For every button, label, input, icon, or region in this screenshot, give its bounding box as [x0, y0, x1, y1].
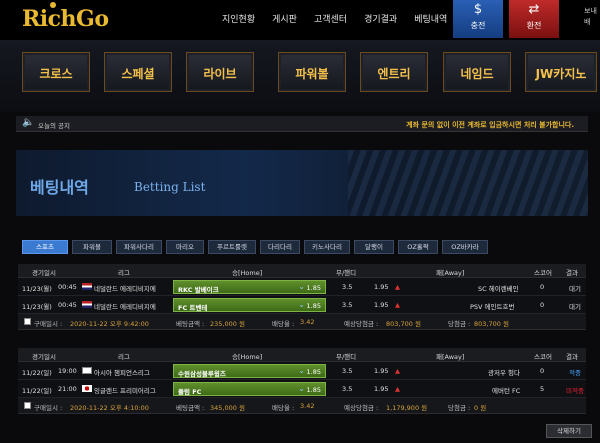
banner-stadium-graphic [348, 150, 588, 216]
table-header: 경기일시 리그 승[Home] 무/핸디 패[Away] 스코어 결과 [18, 348, 586, 362]
table-row: 11/22(일) 21:00 잉글랜드 프리미어리그 풀럼 FC ⌄ 1.85 … [18, 380, 586, 398]
chevron-down-icon: ⌄ [298, 366, 305, 375]
delete-button[interactable]: 삭제하기 [546, 424, 592, 438]
chevron-down-icon: ⌄ [298, 384, 305, 393]
deposit-icon: $ [473, 2, 483, 17]
site-logo[interactable]: RichGo [22, 6, 109, 32]
home-pick[interactable]: FC 트벤테 ⌄ 1.85 [173, 298, 326, 312]
withdraw-button[interactable]: ⇄ 환전 [509, 0, 559, 38]
tab-snail[interactable]: 달팽이 [354, 240, 394, 254]
top-nav: 지인현황 게시판 고객센터 경기결과 베팅내역 [222, 12, 464, 25]
odds-up-icon: ▲ [395, 283, 400, 291]
tab-mario[interactable]: 마리오 [166, 240, 204, 254]
select-checkbox[interactable] [24, 402, 31, 409]
main-nav-entry[interactable]: 엔트리 [360, 52, 428, 92]
nav-results[interactable]: 경기결과 [364, 12, 397, 25]
betting-list-banner: 베팅내역 Betting List [16, 150, 588, 216]
table-header: 경기일시 리그 승[Home] 무/핸디 패[Away] 스코어 결과 [18, 264, 586, 278]
odds-up-icon: ▲ [395, 301, 400, 309]
netherlands-flag-icon [82, 301, 92, 308]
tab-oz-oddeven[interactable]: OZ홀짝 [398, 240, 438, 254]
notice-bar: 🔈 오늘의 공지 계좌 문의 없이 이전 계좌로 입금하시면 처리 불가합니다. [16, 116, 588, 132]
bet-summary: 구매일시 : 2020-11-22 오후 9:42:00 베팅금액 : 235,… [18, 314, 586, 330]
main-nav-powerball[interactable]: 파워볼 [278, 52, 346, 92]
tab-sports[interactable]: 스포츠 [22, 240, 68, 254]
notice-text: 계좌 문의 없이 이전 계좌로 입금하시면 처리 불가합니다. [406, 121, 574, 129]
tab-fruit-roulette[interactable]: 푸르트룰렛 [208, 240, 256, 254]
nav-board[interactable]: 게시판 [272, 12, 297, 25]
odds-up-icon: ▲ [395, 367, 400, 375]
home-pick[interactable]: 수원삼성블루윙즈 ⌄ 1.85 [173, 364, 326, 378]
banner-title-ko: 베팅내역 [30, 178, 89, 197]
main-nav: 크로스 스페셜 라이브 파워볼 엔트리 네임드 JW카지노 [0, 40, 600, 112]
notice-label: 오늘의 공지 [38, 122, 70, 130]
netherlands-flag-icon [82, 283, 92, 290]
league-flag-icon [82, 385, 92, 392]
chevron-down-icon: ⌄ [298, 300, 305, 309]
side-labels: 보내 배 [584, 7, 597, 26]
withdraw-icon: ⇄ [528, 2, 540, 17]
odds-up-icon: ▲ [395, 385, 400, 393]
table-row: 11/22(일) 19:00 아시아 챔피언스리그 수원삼성블루윙즈 ⌄ 1.8… [18, 362, 586, 380]
speaker-icon: 🔈 [22, 117, 35, 128]
tab-oz-baccarat[interactable]: OZ바카라 [442, 240, 488, 254]
home-pick[interactable]: 풀럼 FC ⌄ 1.85 [173, 382, 326, 396]
main-nav-named[interactable]: 네임드 [443, 52, 511, 92]
tab-daridari[interactable]: 다리다리 [260, 240, 300, 254]
nav-bet-history[interactable]: 베팅내역 [414, 12, 447, 25]
tab-power-ladder[interactable]: 파워사다리 [116, 240, 162, 254]
tab-powerball[interactable]: 파워볼 [72, 240, 112, 254]
top-header: RichGo 지인현황 게시판 고객센터 경기결과 베팅내역 $ 충전 ⇄ 환전… [0, 0, 600, 40]
main-nav-cross[interactable]: 크로스 [22, 52, 90, 92]
chevron-down-icon: ⌄ [298, 282, 305, 291]
nav-support[interactable]: 고객센터 [314, 12, 347, 25]
bet-table: 경기일시 리그 승[Home] 무/핸디 패[Away] 스코어 결과 11/2… [18, 348, 586, 414]
banner-title-en: Betting List [134, 180, 206, 194]
charge-button[interactable]: $ 충전 [453, 0, 503, 38]
afc-flag-icon [82, 367, 92, 374]
tab-keno-ladder[interactable]: 키노사다리 [304, 240, 350, 254]
table-row: 11/23(월) 00:45 네덜란드 에레디비지에 RKC 발베이크 ⌄ 1.… [18, 278, 586, 296]
bet-table: 경기일시 리그 승[Home] 무/핸디 패[Away] 스코어 결과 11/2… [18, 264, 586, 330]
bet-summary: 구매일시 : 2020-11-22 오후 4:10:00 베팅금액 : 345,… [18, 398, 586, 414]
nav-friends[interactable]: 지인현황 [222, 12, 255, 25]
select-checkbox[interactable] [24, 318, 31, 325]
main-nav-live[interactable]: 라이브 [186, 52, 254, 92]
home-pick[interactable]: RKC 발베이크 ⌄ 1.85 [173, 280, 326, 294]
main-nav-special[interactable]: 스페셜 [104, 52, 172, 92]
game-type-tabs: 스포츠 파워볼 파워사다리 마리오 푸르트룰렛 다리다리 키노사다리 달팽이 O… [22, 240, 492, 254]
table-row: 11/23(월) 00:45 네덜란드 에레디비지에 FC 트벤테 ⌄ 1.85… [18, 296, 586, 314]
main-nav-jw-casino[interactable]: JW카지노 [525, 52, 597, 92]
